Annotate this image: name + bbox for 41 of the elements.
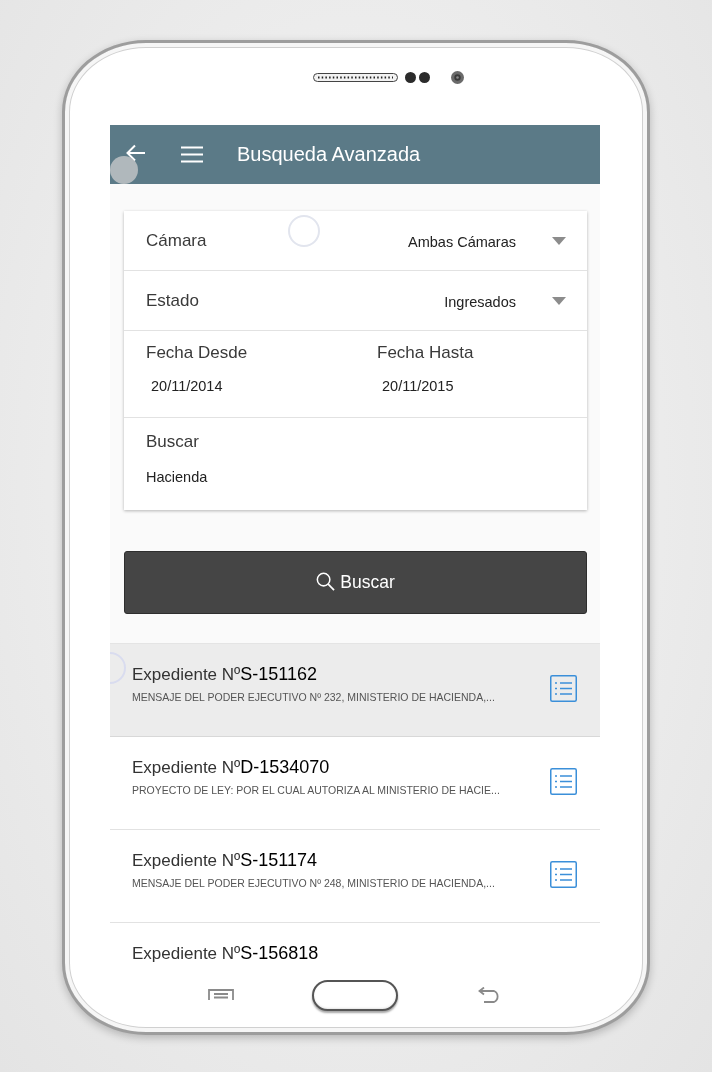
speaker-grille-icon [313,72,398,82]
result-item[interactable]: Expediente NºS-156818 [110,923,600,966]
result-summary: PROYECTO DE LEY: POR EL CUAL AUTORIZA AL MINISTERIO DE HACIE... [132,784,500,796]
date-field[interactable]: 20/11/2014 [151,378,223,394]
field-label: Buscar [146,432,199,452]
result-summary: MENSAJE DEL PODER EJECUTIVO Nº 248, MINISTERIO DE HACIENDA,... [132,877,495,889]
field-label: Fecha Hasta [377,343,474,363]
caret-icon [552,236,566,245]
touch-point-icon [110,156,138,184]
app-bar-title: Busqueda Avanzada [237,143,421,166]
sensor-dot-icon [419,71,430,83]
result-title: Expediente NºS-151174 [132,850,317,871]
list-icon[interactable] [550,768,577,795]
touch-ring-icon [110,652,126,684]
result-item[interactable]: Expediente NºS-151174 MENSAJE DEL PODER EJECUTIVO Nº 248, MINISTERIO DE HACIENDA,... [110,830,600,923]
caret-icon [552,296,566,305]
menu-key-icon[interactable] [208,989,234,1001]
menu-icon[interactable] [181,146,203,163]
result-item[interactable]: Expediente NºD-1534070 PROYECTO DE LEY: POR EL CUAL AUTORIZA AL MINISTERIO DE HACIE... [110,737,600,830]
dropdown[interactable]: Ingresados [444,293,566,310]
result-title: Expediente NºS-151162 [132,664,317,685]
list-icon[interactable] [550,861,577,888]
list-icon[interactable] [550,675,577,702]
dropdown[interactable]: Ambas Cámaras [408,233,566,250]
search-input[interactable]: Hacienda [146,469,208,485]
search-icon [316,572,336,591]
touch-ring-icon [288,215,320,247]
sensor-dot-icon [405,71,416,83]
result-title: Expediente NºS-156818 [132,943,319,964]
back-arrow-icon[interactable] [126,143,146,162]
result-title: Expediente NºD-1534070 [132,757,330,778]
search-button[interactable]: Buscar [124,551,587,614]
field-label: Estado [146,290,199,311]
field-label: Fecha Desde [146,343,248,363]
result-item[interactable]: Expediente NºS-151162 MENSAJE DEL PODER EJECUTIVO Nº 232, MINISTERIO DE HACIENDA,... [110,644,600,737]
date-field[interactable]: 20/11/2015 [382,378,454,394]
home-button[interactable] [312,979,398,1011]
field-label: Cámara [146,230,207,251]
back-key-icon[interactable] [478,987,501,1003]
camera-icon [451,70,464,84]
result-summary: MENSAJE DEL PODER EJECUTIVO Nº 232, MINISTERIO DE HACIENDA,... [132,691,495,703]
